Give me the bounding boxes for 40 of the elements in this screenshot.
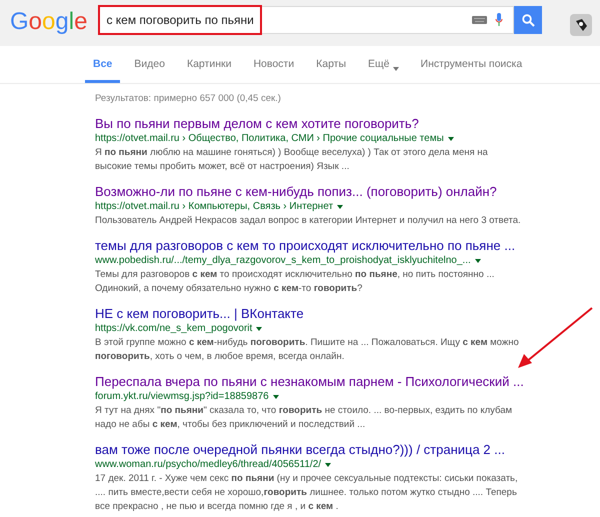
result-title-link[interactable]: НЕ с кем поговорить... | ВКонтакте [95, 306, 525, 322]
keyboard-icon[interactable] [472, 16, 488, 24]
result-snippet: Пользователь Андрей Некрасов задал вопрос в категории Интернет и получил на него 3 ответа. [95, 214, 522, 228]
caret-icon[interactable] [272, 395, 279, 399]
result-url: https://vk.com/ne_s_kem_pogovorit [95, 322, 252, 336]
result-url: www.pobedish.ru/.../temy_dlya_razgovorov_s_kem_to_proishodyat_isklyuchitelno_... [95, 254, 471, 268]
result-snippet: В этой группе можно с кем-нибудь поговорить. Пишите на ... Пожаловаться. Ищу с кем можно поговорить, хоть о чем, в любое время, всегда онлайн. [95, 336, 520, 364]
search-tab[interactable]: Карты [308, 58, 354, 83]
result-title-link[interactable]: темы для разговоров с кем то происходят исключительно по пьяне ... [95, 238, 525, 254]
caret-icon[interactable] [337, 205, 344, 209]
result-snippet: 17 дек. 2011 г. - Хуже чем секс по пьяни (ну и прочее сексуальные подтексты: сиськи показать, .... пить вместе,вести себя не хорошо,говорить лишнее. только потом жутко стыдно .... Теперь все прекрасно , не пью и всегда помню где я , и с кем . [95, 472, 519, 514]
search-tab[interactable]: Ещё [360, 58, 407, 83]
search-tab[interactable]: Картинки [178, 58, 240, 83]
search-input[interactable]: с кем поговорить по пьяни [100, 9, 472, 31]
caret-icon[interactable] [325, 463, 332, 467]
result-title-link[interactable]: Переспала вчера по пьяни с незнакомым парнем - Психологический ... [95, 374, 525, 390]
caret-icon[interactable] [448, 137, 454, 141]
search-tab[interactable]: Все [85, 58, 120, 83]
result-snippet: Я тут на днях "по пьяни" сказала то, что говорить не стоило. ... во-первых, ездить по клубам надо не абы с кем, чтобы без приключений и последствий ... [95, 404, 514, 432]
search-tab[interactable]: Новости [245, 58, 302, 83]
search-icon [522, 14, 535, 26]
search-box[interactable]: с кем поговорить по пьяни [99, 6, 514, 34]
result-title-link[interactable]: вам тоже после очередной пьянки всегда стыдно?))) / страница 2 ... [95, 442, 525, 458]
search-button[interactable] [514, 6, 542, 34]
caret-icon[interactable] [474, 259, 481, 263]
result-title-link[interactable]: Вы по пьяни первым делом с кем хотите поговорить? [95, 116, 525, 132]
result-url: forum.ykt.ru/viewmsg.jsp?id=18859876 [95, 390, 269, 404]
search-tab[interactable]: Видео [126, 58, 173, 83]
result-url: https://otvet.mail.ru › Общество, Политика, СМИ › Прочие социальные темы [95, 132, 444, 146]
result-stats: Результатов: примерно 657 000 (0,45 сек.) [95, 93, 282, 104]
result-snippet: Я по пьяни люблю на машине гоняться) ) Вообще веселуха) ) Так от этого дела меня на высокие темы пробить может, всё от настроения) Язык ... [95, 146, 489, 174]
result-title-link[interactable]: Возможно-ли по пьяне с кем-нибудь попиз... (поговорить) онлайн? [95, 184, 525, 200]
microphone-icon[interactable] [495, 13, 504, 27]
result-url: www.woman.ru/psycho/medley6/thread/4056511/2/ [95, 458, 322, 472]
search-tab[interactable]: Инструменты поиска [412, 58, 530, 83]
avatar[interactable] [570, 14, 592, 36]
caret-icon[interactable] [392, 67, 399, 71]
result-snippet: Темы для разговоров с кем то происходят исключительно по пьяне, но пить постоянно ... Одинокий, а почему обязательно нужно с кем-то говорить? [95, 268, 496, 296]
result-url: https://otvet.mail.ru › Компьютеры, Связь › Интернет [95, 200, 334, 214]
caret-icon[interactable] [256, 327, 262, 331]
